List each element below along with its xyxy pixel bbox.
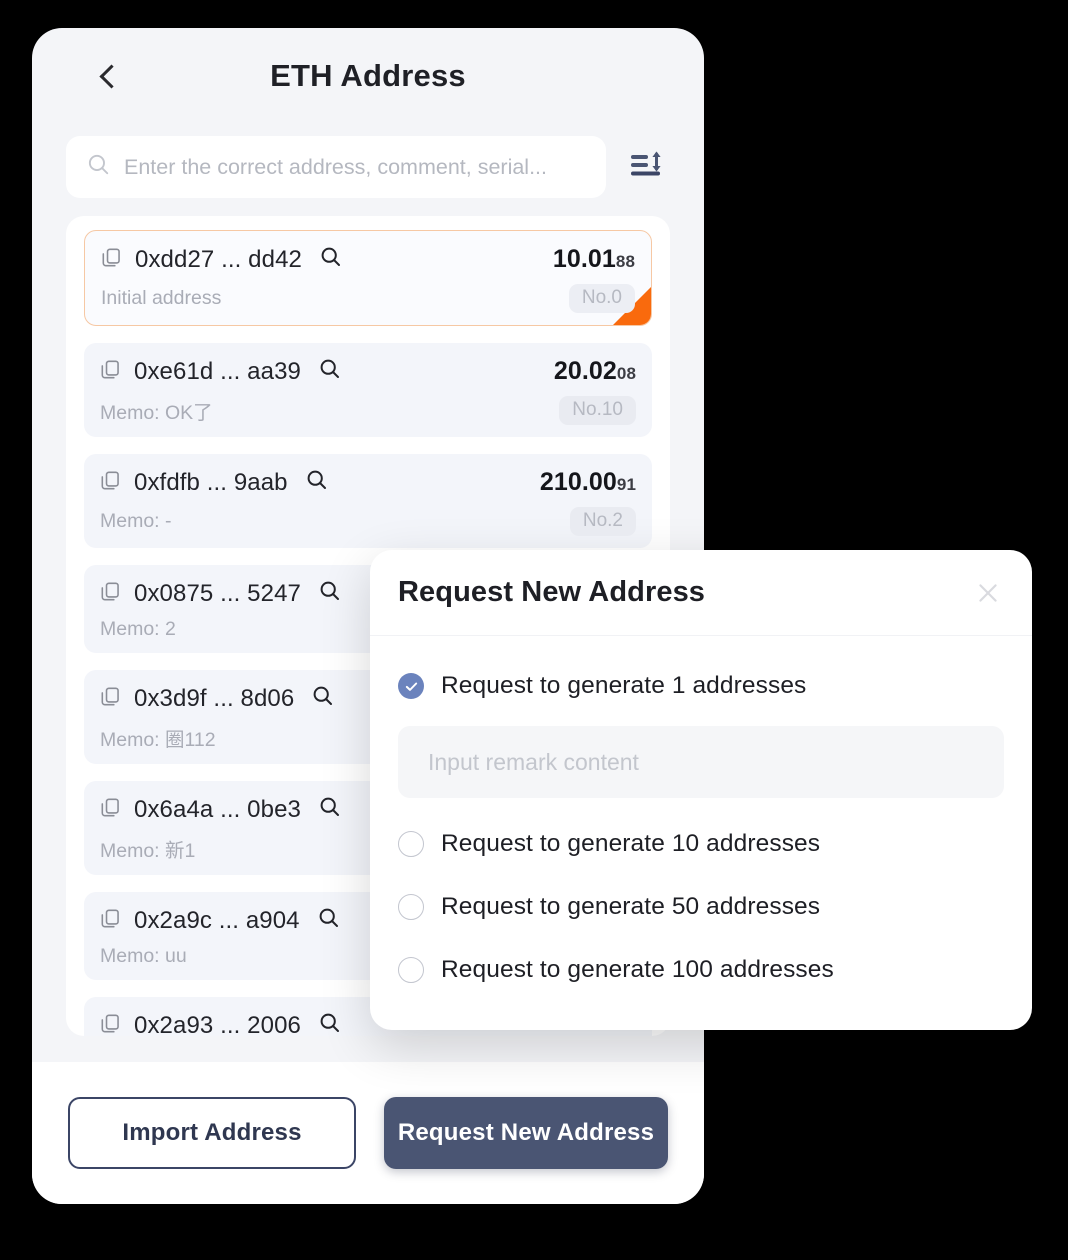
dialog-title: Request New Address [398, 576, 706, 608]
copy-icon[interactable] [101, 247, 122, 273]
memo-text: Memo: 圈112 [100, 729, 216, 751]
row-left: 0xfdfb ... 9aab [100, 468, 329, 497]
amount-main: 10.01 [552, 245, 616, 273]
row-left: 0x0875 ... 5247 [100, 579, 342, 608]
chevron-left-icon [98, 63, 124, 89]
status-badge: No.10 [559, 396, 636, 425]
copy-icon[interactable] [100, 581, 121, 607]
status-badge: No.0 [568, 284, 635, 313]
copy-icon[interactable] [100, 686, 121, 712]
sort-button[interactable] [624, 144, 670, 190]
address-text: 0x6a4a ... 0be3 [134, 795, 301, 823]
address-text: 0x2a9c ... a904 [134, 906, 300, 934]
row-search-icon[interactable] [319, 245, 343, 274]
row-top: 0xdd27 ... dd42 10.0188 [101, 245, 635, 274]
row-search-icon[interactable] [317, 906, 341, 935]
option-label: Request to generate 100 addresses [441, 956, 834, 983]
amount-fraction: 91 [616, 475, 636, 494]
option-generate-1[interactable]: Request to generate 1 addresses [398, 664, 1004, 708]
row-top: 0xfdfb ... 9aab 210.0091 [100, 468, 636, 497]
option-generate-50[interactable]: Request to generate 50 addresses [398, 885, 1004, 929]
search-icon [86, 152, 111, 182]
row-left: 0x3d9f ... 8d06 [100, 684, 335, 713]
address-text: 0x3d9f ... 8d06 [134, 684, 295, 712]
row-search-icon[interactable] [318, 795, 342, 824]
dialog-header: Request New Address [370, 550, 1032, 636]
table-row[interactable]: 0xe61d ... aa39 20.0208 Memo: OK了 No.10 [84, 343, 652, 437]
memo-text: Initial address [101, 287, 222, 309]
row-search-icon[interactable] [311, 684, 335, 713]
amount: 10.0188 [553, 245, 635, 274]
table-row[interactable]: 0xfdfb ... 9aab 210.0091 Memo: - No.2 [84, 454, 652, 548]
copy-icon[interactable] [100, 359, 121, 385]
option-generate-10[interactable]: Request to generate 10 addresses [398, 822, 1004, 866]
memo-text: Memo: 2 [100, 618, 176, 640]
amount-main: 20.02 [553, 357, 617, 385]
row-top: 0xe61d ... aa39 20.0208 [100, 357, 636, 386]
close-icon[interactable] [970, 575, 1006, 611]
status-badge: No.2 [569, 507, 636, 536]
row-left: 0x2a9c ... a904 [100, 906, 341, 935]
back-button[interactable] [88, 53, 128, 99]
row-search-icon[interactable] [318, 1011, 342, 1036]
row-left: 0x6a4a ... 0be3 [100, 795, 342, 824]
amount-main: 210.00 [539, 468, 617, 496]
option-label: Request to generate 10 addresses [441, 830, 821, 857]
row-search-icon[interactable] [318, 579, 342, 608]
address-text: 0xdd27 ... dd42 [135, 245, 302, 273]
remark-placeholder: Input remark content [428, 748, 639, 775]
app-header: ETH Address [32, 28, 704, 124]
copy-icon[interactable] [100, 470, 121, 496]
radio-icon [398, 831, 424, 857]
row-search-icon[interactable] [318, 357, 342, 386]
address-text: 0xfdfb ... 9aab [134, 468, 288, 496]
memo-text: Memo: - [100, 510, 172, 532]
row-left: 0xdd27 ... dd42 [101, 245, 343, 274]
request-new-address-dialog: Request New Address Request to generate … [370, 550, 1032, 1030]
address-text: 0x0875 ... 5247 [134, 579, 301, 607]
copy-icon[interactable] [100, 797, 121, 823]
search-placeholder: Enter the correct address, comment, seri… [124, 154, 547, 179]
row-bottom: Memo: OK了 No.10 [100, 396, 636, 425]
memo-text: Memo: uu [100, 945, 187, 967]
row-bottom: Memo: - No.2 [100, 507, 636, 536]
address-text: 0xe61d ... aa39 [134, 357, 301, 385]
screenshot-root: ETH Address Enter the correct address, c… [0, 0, 1068, 1260]
remark-input[interactable]: Input remark content [398, 726, 1004, 798]
amount-fraction: 08 [616, 364, 636, 383]
dialog-body: Request to generate 1 addresses Input re… [370, 636, 1032, 992]
amount: 210.0091 [540, 468, 636, 497]
import-address-button[interactable]: Import Address [68, 1097, 356, 1169]
radio-icon [398, 957, 424, 983]
copy-icon[interactable] [100, 908, 121, 934]
table-row[interactable]: 0xdd27 ... dd42 10.0188 Initial address … [84, 230, 652, 326]
page-title: ETH Address [270, 58, 466, 93]
row-bottom: Initial address No.0 [101, 284, 635, 313]
sort-icon [628, 148, 666, 187]
option-generate-100[interactable]: Request to generate 100 addresses [398, 948, 1004, 992]
search-row: Enter the correct address, comment, seri… [32, 136, 704, 198]
footer-actions: Import Address Request New Address [32, 1062, 704, 1204]
request-new-address-button[interactable]: Request New Address [384, 1097, 668, 1169]
memo-text: Memo: 新1 [100, 840, 196, 862]
amount: 20.0208 [554, 357, 636, 386]
memo-text: Memo: OK了 [100, 402, 213, 424]
check-circle-icon [398, 673, 424, 699]
option-label: Request to generate 50 addresses [441, 893, 821, 920]
search-input[interactable]: Enter the correct address, comment, seri… [66, 136, 606, 198]
copy-icon[interactable] [100, 1013, 121, 1037]
row-left: 0xe61d ... aa39 [100, 357, 342, 386]
row-search-icon[interactable] [305, 468, 329, 497]
radio-icon [398, 894, 424, 920]
address-text: 0x2a93 ... 2006 [134, 1011, 301, 1037]
option-label: Request to generate 1 addresses [441, 672, 807, 699]
amount-fraction: 88 [615, 252, 635, 271]
row-left: 0x2a93 ... 2006 [100, 1011, 342, 1036]
